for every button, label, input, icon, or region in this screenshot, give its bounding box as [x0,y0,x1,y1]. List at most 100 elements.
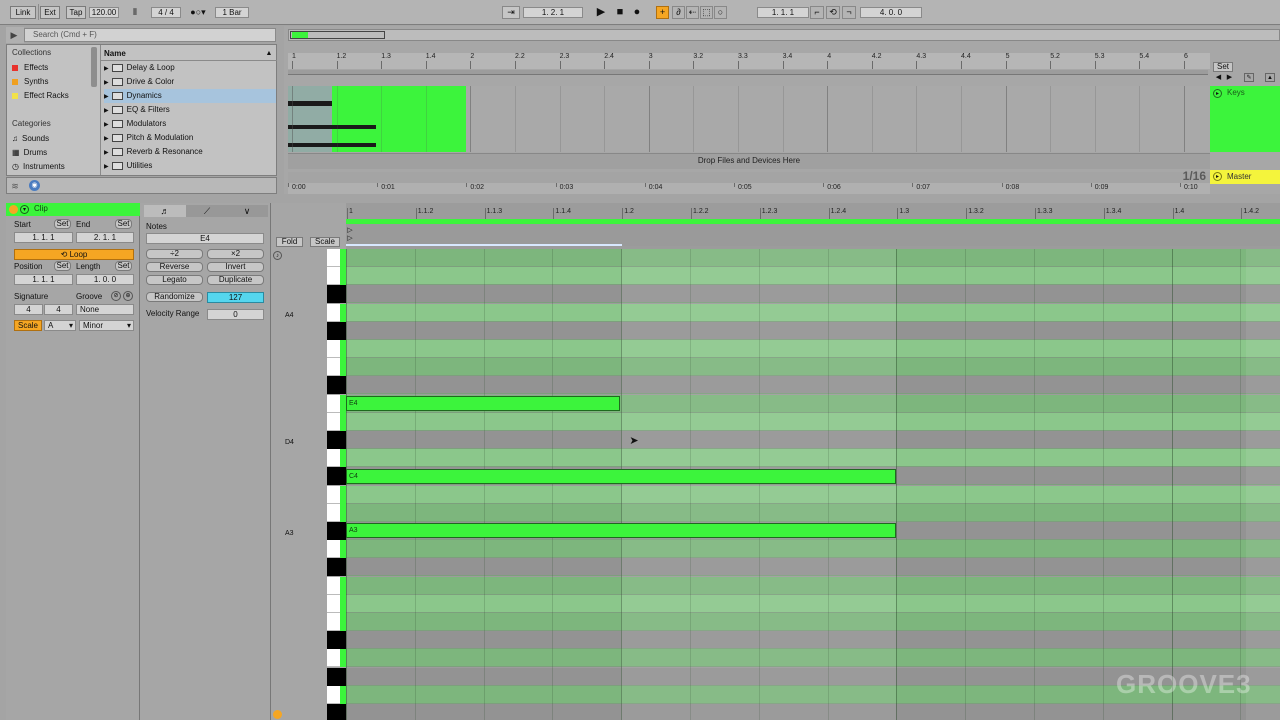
piano-key-black[interactable] [327,522,346,540]
set-button[interactable]: Set [1213,62,1233,72]
nav-forward-icon[interactable]: ▶ [1225,73,1234,82]
nav-back-icon[interactable]: ◀ [1214,73,1223,82]
piano-key-white[interactable] [327,412,346,431]
link-button[interactable]: Link [10,6,36,19]
track-header-keys[interactable]: ▸ Keys [1210,86,1280,152]
piano-key-white[interactable] [327,358,346,377]
scale-mode-select[interactable]: Minor ▾ [79,320,134,331]
piano-key-black[interactable] [327,558,346,577]
time-signature-field[interactable]: 4 / 4 [151,7,181,18]
groove-select[interactable]: None [76,304,134,315]
tap-tempo-button[interactable]: Tap [66,6,86,19]
note-grid[interactable] [271,249,1280,720]
piano-key-white[interactable] [327,249,346,267]
clip-activator-icon[interactable] [9,205,18,214]
piano-key-black[interactable] [327,431,346,449]
track-fold-icon[interactable]: ▸ [1213,89,1222,98]
quantize-menu[interactable]: 1 Bar [215,7,249,18]
start-marker-icon[interactable]: ▷ [346,226,354,234]
browser-item-dynamics[interactable]: ▶ Dynamics [104,89,276,103]
piano-key-white[interactable] [327,540,346,559]
scale-root-select[interactable]: A ▾ [44,320,76,331]
scale-highlight-button[interactable]: Scale [310,237,340,247]
piano-key-white[interactable] [327,685,346,704]
piano-key-white[interactable] [327,449,346,468]
browser-item-drive-color[interactable]: ▶ Drive & Color [104,75,276,89]
automation-arm-icon[interactable]: ∂ [672,6,685,19]
randomize-amount-field[interactable]: 127 [207,292,264,303]
signature-denominator[interactable]: 4 [44,304,73,315]
tab-envelopes[interactable]: ⟋ [186,205,228,217]
drop-zone[interactable]: Drop Files and Devices Here [288,153,1210,169]
groove-pool-icon[interactable]: ⊘ [111,291,121,301]
tempo-field[interactable]: 120.00 [89,7,119,18]
midi-note-c4[interactable]: C4 [346,469,896,484]
browser-item-reverb-resonance[interactable]: ▶ Reverb & Resonance [104,145,276,159]
piano-key-white[interactable] [327,267,346,286]
halve-button[interactable]: ÷2 [146,249,203,259]
fold-button[interactable]: Fold [276,237,303,247]
metronome-icon[interactable]: ●○▾ [186,6,210,19]
category-instruments[interactable]: ◷ Instruments [12,160,65,173]
ext-sync-button[interactable]: Ext [40,6,60,19]
position-field[interactable]: 1. 1. 1 [14,274,73,285]
piano-key-white[interactable] [327,503,346,522]
overview-strip[interactable] [288,29,1280,41]
end-marker-icon[interactable]: ▷ [346,234,354,242]
play-icon[interactable]: ▶ [594,6,608,19]
reverse-button[interactable]: Reverse [146,262,203,272]
piano-key-black[interactable] [327,321,346,340]
invert-button[interactable]: Invert [207,262,264,272]
clip-title-bar[interactable]: ▾ Clip [6,203,140,216]
loop-length-field[interactable]: 4. 0. 0 [860,7,922,18]
tab-mpe[interactable]: ∨ [228,205,268,217]
re-enable-automation-icon[interactable]: ⇠ [686,6,699,19]
piano-key-black[interactable] [327,631,346,650]
track-fold-icon[interactable]: ▸ [1213,172,1222,181]
clip-fold-icon[interactable]: ▾ [20,205,29,214]
piano-key-black[interactable] [327,285,346,304]
follow-icon[interactable]: ⇥ [502,6,520,19]
piano-key-white[interactable] [327,485,346,504]
piano-key-white[interactable] [327,594,346,613]
expand-icon[interactable]: ≋ [9,180,21,192]
piano-key-white[interactable] [327,613,346,631]
double-button[interactable]: ×2 [207,249,264,259]
end-field[interactable]: 2. 1. 1 [76,232,134,243]
draw-mode-icon[interactable]: ✎ [1244,73,1254,82]
start-set-button[interactable]: Set [54,219,71,229]
category-drums[interactable]: ▦ Drums [12,146,47,159]
midi-note-e4[interactable]: E4 [346,396,620,411]
stop-icon[interactable]: ■ [613,6,627,19]
collection-synths[interactable]: Synths [12,75,48,88]
song-position-field[interactable]: 1. 2. 1 [523,7,583,18]
name-column-header[interactable]: Name [104,49,126,59]
position-set-button[interactable]: Set [54,261,71,271]
duplicate-button[interactable]: Duplicate [207,275,264,285]
piano-key-white[interactable] [327,649,346,668]
loop-brace[interactable] [288,70,1208,75]
piano-key-white[interactable] [327,303,346,322]
midi-note-a3[interactable]: A3 [346,523,896,538]
length-set-button[interactable]: Set [115,261,132,271]
browser-item-modulators[interactable]: ▶ Modulators [104,117,276,131]
time-ruler[interactable]: 0:00 0:01 0:02 0:03 0:04 0:05 0:06 0:07 0:08 0:09… [288,183,1210,194]
capture-icon[interactable]: ⬚ [700,6,713,19]
start-field[interactable]: 1. 1. 1 [14,232,73,243]
preview-icon[interactable]: ◉ [29,180,40,191]
piano-key-black[interactable] [327,667,346,686]
piano-key-black[interactable] [327,467,346,486]
punch-out-icon[interactable]: ¬ [842,6,856,19]
length-field[interactable]: 1. 0. 0 [76,274,134,285]
bar-ruler[interactable]: 1 1.2 1.3 1.4 2 2.2 2.3 2.4 3 3.2 3.3 3.4 4 4.2 4.3 4.4… [288,53,1210,69]
tab-notes[interactable]: ♬ [144,205,186,217]
loop-start-field[interactable]: 1. 1. 1 [757,7,809,18]
piano-key-white[interactable] [327,340,346,358]
category-sounds[interactable]: ♫ Sounds [12,132,49,145]
collection-effects[interactable]: Effects [12,61,48,74]
browser-item-pitch-modulation[interactable]: ▶ Pitch & Modulation [104,131,276,145]
signature-numerator[interactable]: 4 [14,304,43,315]
browser-item-utilities[interactable]: ▶ Utilities [104,159,276,173]
legato-button[interactable]: Legato [146,275,203,285]
end-set-button[interactable]: Set [115,219,132,229]
